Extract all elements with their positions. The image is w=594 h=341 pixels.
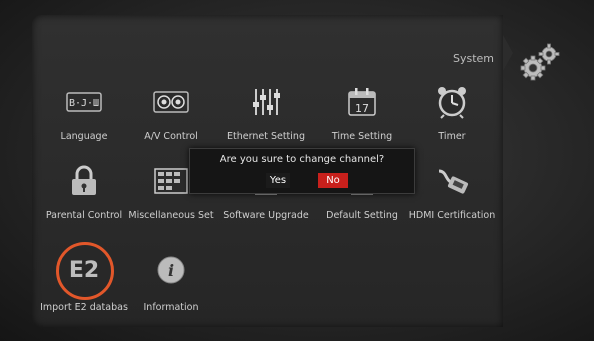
- info-icon: i: [153, 252, 189, 288]
- lock-icon: [66, 163, 102, 199]
- equalizer-icon: [248, 84, 284, 120]
- menu-item-label: Miscellaneous Set: [128, 210, 214, 221]
- alarm-clock-icon: [434, 84, 470, 120]
- av-control-icon: [153, 84, 189, 120]
- menu-item-label: Ethernet Setting: [227, 131, 305, 142]
- menu-item-language[interactable]: B·J·Ш Language: [36, 84, 132, 160]
- menu-item-parental-control[interactable]: Parental Control: [36, 163, 132, 239]
- svg-text:B·J·Ш: B·J·Ш: [69, 98, 99, 109]
- tv-screen: System B·J·Ш Language A/V Control Ethern…: [0, 0, 594, 341]
- page-title: System: [452, 52, 494, 65]
- menu-item-label: HDMI Certification: [408, 210, 496, 221]
- menu-item-import-e2-database[interactable]: E2 Import E2 databas: [36, 242, 132, 328]
- menu-item-label: A/V Control: [144, 131, 198, 142]
- no-button[interactable]: No: [318, 173, 348, 188]
- hdmi-cable-icon: [434, 163, 470, 199]
- menu-item-label: Software Upgrade: [223, 210, 309, 221]
- yes-button[interactable]: Yes: [266, 173, 290, 188]
- dialog-message: Are you sure to change channel?: [219, 154, 385, 165]
- menu-item-timer[interactable]: Timer: [404, 84, 500, 160]
- e2-icon: E2: [68, 257, 100, 283]
- menu-item-label: Timer: [438, 131, 466, 142]
- menu-item-information[interactable]: i Information: [123, 252, 219, 328]
- menu-item-label: Information: [143, 302, 199, 313]
- svg-text:17: 17: [355, 102, 369, 115]
- confirm-dialog: Are you sure to change channel? Yes No: [189, 148, 415, 194]
- calendar-icon: 17: [344, 84, 380, 120]
- svg-text:i: i: [168, 261, 174, 280]
- gears-icon: [518, 42, 562, 82]
- menu-item-hdmi-certification[interactable]: HDMI Certification: [404, 163, 500, 239]
- language-icon: B·J·Ш: [66, 84, 102, 120]
- grid-icon: [153, 163, 189, 199]
- panel-pointer: [503, 35, 513, 71]
